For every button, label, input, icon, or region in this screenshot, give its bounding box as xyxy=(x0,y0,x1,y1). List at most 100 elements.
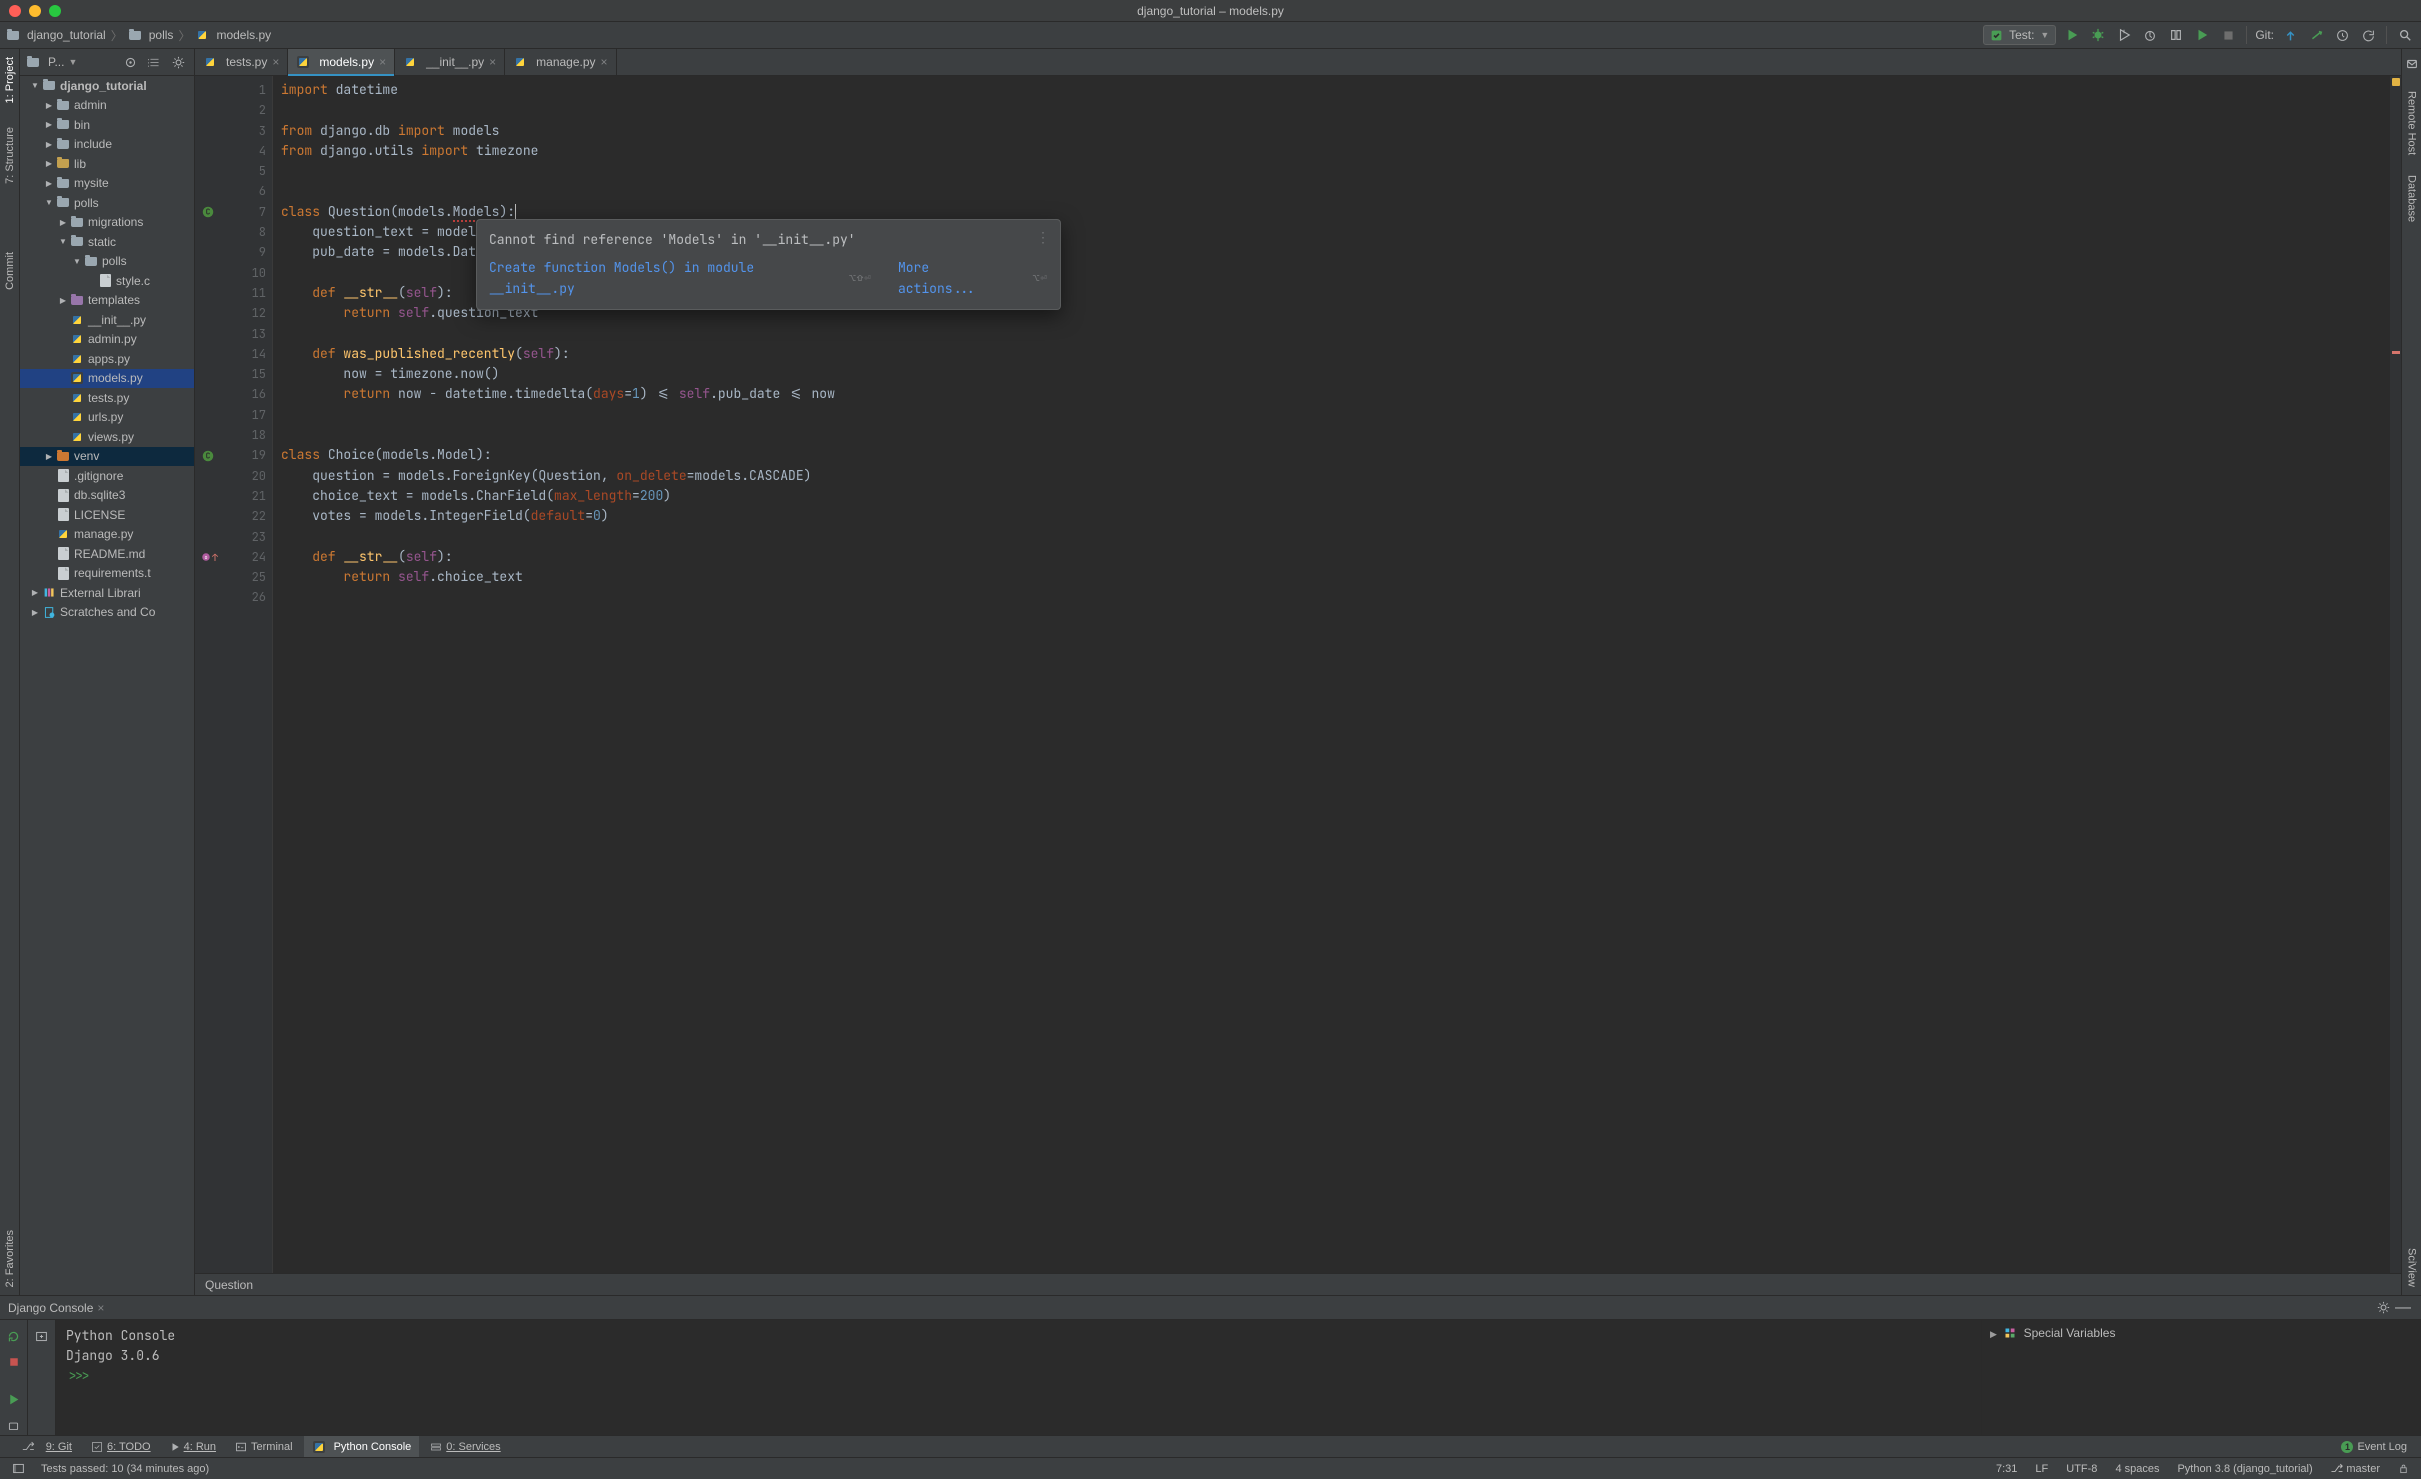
expand-arrow-icon[interactable] xyxy=(44,120,54,130)
python-console-tool-tab[interactable]: Python Console xyxy=(304,1436,420,1457)
tests-status[interactable]: Tests passed: 10 (34 minutes ago) xyxy=(36,1463,214,1475)
new-console-button[interactable] xyxy=(32,1326,52,1346)
expand-arrow-icon[interactable] xyxy=(44,159,54,169)
git-tool-tab[interactable]: 9: Git xyxy=(38,1436,80,1457)
tree-item[interactable]: db.sqlite3 xyxy=(20,486,194,506)
breadcrumb[interactable]: django_tutorial 〉 polls 〉 models.py xyxy=(6,27,271,44)
tree-item[interactable]: bin xyxy=(20,115,194,135)
line-number[interactable]: 1 xyxy=(221,80,266,100)
close-tab-icon[interactable]: × xyxy=(379,55,386,69)
console-tab[interactable]: Django Console xyxy=(8,1301,93,1315)
rerun-button[interactable] xyxy=(2192,25,2212,45)
tree-item[interactable]: tests.py xyxy=(20,388,194,408)
hide-button[interactable]: — xyxy=(2393,1298,2413,1318)
interpreter-indicator[interactable]: Python 3.8 (django_tutorial) xyxy=(2172,1463,2317,1475)
line-number[interactable]: 7 xyxy=(221,202,266,222)
settings-button[interactable] xyxy=(168,52,188,72)
tree-item[interactable]: LICENSE xyxy=(20,505,194,525)
tree-item[interactable]: External Librari xyxy=(20,583,194,603)
tree-item[interactable]: apps.py xyxy=(20,349,194,369)
git-branch-indicator[interactable]: ⎇ master xyxy=(2326,1462,2385,1475)
breadcrumb-item[interactable]: models.py xyxy=(195,28,271,42)
console-prompt[interactable]: >>> xyxy=(66,1367,89,1384)
analysis-indicator[interactable] xyxy=(2392,78,2400,86)
tree-item[interactable]: lib xyxy=(20,154,194,174)
stop-button[interactable] xyxy=(2218,25,2238,45)
remote-host-tool-tab[interactable]: Remote Host xyxy=(2406,91,2418,155)
run-button[interactable] xyxy=(2062,25,2082,45)
terminal-tool-tab[interactable]: Terminal xyxy=(227,1436,301,1457)
close-tab-icon[interactable]: × xyxy=(272,55,279,69)
event-log-tool-tab[interactable]: 1 Event Log xyxy=(2333,1436,2415,1457)
line-number[interactable]: 26 xyxy=(221,587,266,607)
line-number[interactable]: 21 xyxy=(221,486,266,506)
rerun-button[interactable] xyxy=(4,1326,24,1346)
expand-arrow-icon[interactable] xyxy=(58,295,68,305)
tree-item[interactable]: admin xyxy=(20,96,194,116)
line-number[interactable]: 24 xyxy=(221,547,266,567)
search-everywhere-button[interactable] xyxy=(2395,25,2415,45)
line-separator-indicator[interactable]: LF xyxy=(2030,1463,2053,1475)
editor-tab[interactable]: __init__.py× xyxy=(395,49,505,75)
caret-position-indicator[interactable]: 7:31 xyxy=(1991,1463,2022,1475)
git-rollback-button[interactable] xyxy=(2358,25,2378,45)
lock-icon[interactable] xyxy=(2393,1459,2413,1479)
expand-all-button[interactable] xyxy=(144,52,164,72)
tree-item[interactable]: templates xyxy=(20,291,194,311)
line-number[interactable]: 22 xyxy=(221,506,266,526)
tree-item[interactable]: models.py xyxy=(20,369,194,389)
commit-tool-tab[interactable]: Commit xyxy=(4,252,16,290)
tree-item[interactable]: mysite xyxy=(20,174,194,194)
line-number[interactable]: 20 xyxy=(221,466,266,486)
editor-breadcrumb-bar[interactable]: Question xyxy=(195,1273,2401,1295)
line-number[interactable]: 2 xyxy=(221,100,266,120)
tree-item[interactable]: venv xyxy=(20,447,194,467)
line-number[interactable]: 5 xyxy=(221,161,266,181)
line-number[interactable]: 19 xyxy=(221,445,266,465)
profile-button[interactable] xyxy=(2140,25,2160,45)
tree-item[interactable]: django_tutorial xyxy=(20,76,194,96)
expand-arrow-icon[interactable] xyxy=(44,139,54,149)
line-number[interactable]: 12 xyxy=(221,303,266,323)
settings-button[interactable] xyxy=(2373,1298,2393,1318)
line-number[interactable]: 17 xyxy=(221,405,266,425)
expand-arrow-icon[interactable] xyxy=(44,451,54,461)
tree-item[interactable]: polls xyxy=(20,252,194,272)
line-number[interactable]: 3 xyxy=(221,121,266,141)
indent-indicator[interactable]: 4 spaces xyxy=(2110,1463,2164,1475)
editor-tab[interactable]: models.py× xyxy=(288,49,395,75)
line-number[interactable]: 23 xyxy=(221,527,266,547)
line-number[interactable]: 10 xyxy=(221,263,266,283)
override-gutter-icon[interactable]: o xyxy=(201,552,211,562)
tree-item[interactable]: include xyxy=(20,135,194,155)
execute-button[interactable] xyxy=(4,1389,24,1409)
structure-tool-tab[interactable]: 7: Structure xyxy=(4,127,16,184)
tree-item[interactable]: README.md xyxy=(20,544,194,564)
error-marker[interactable] xyxy=(2392,351,2400,354)
editor-tab[interactable]: manage.py× xyxy=(505,49,616,75)
expand-arrow-icon[interactable] xyxy=(44,178,54,188)
expand-arrow-icon[interactable] xyxy=(44,198,54,208)
tree-item[interactable]: views.py xyxy=(20,427,194,447)
tree-item[interactable]: polls xyxy=(20,193,194,213)
line-number[interactable]: 11 xyxy=(221,283,266,303)
line-number[interactable]: 25 xyxy=(221,567,266,587)
services-tool-tab[interactable]: 0: Services xyxy=(422,1436,508,1457)
close-tab-icon[interactable]: × xyxy=(489,55,496,69)
more-actions-link[interactable]: More actions... xyxy=(898,258,1013,299)
favorites-tool-tab[interactable]: 2: Favorites xyxy=(4,1230,16,1287)
more-options-button[interactable]: ⋮ xyxy=(1036,228,1050,248)
project-tree[interactable]: django_tutorialadminbinincludelibmysitep… xyxy=(20,76,194,1295)
tree-item[interactable]: manage.py xyxy=(20,525,194,545)
line-number[interactable]: 8 xyxy=(221,222,266,242)
tree-item[interactable]: admin.py xyxy=(20,330,194,350)
expand-arrow-icon[interactable] xyxy=(58,217,68,227)
todo-tool-tab[interactable]: 6: TODO xyxy=(83,1436,159,1457)
run-configuration-dropdown[interactable]: Test: ▼ xyxy=(1983,25,2056,45)
line-number[interactable]: 9 xyxy=(221,242,266,262)
close-tab-icon[interactable]: × xyxy=(601,55,608,69)
expand-arrow-icon[interactable] xyxy=(58,237,68,247)
expand-arrow-icon[interactable] xyxy=(72,256,82,266)
expand-arrow-icon[interactable] xyxy=(30,607,40,617)
variables-panel[interactable]: ▶ Special Variables xyxy=(1981,1320,2421,1435)
